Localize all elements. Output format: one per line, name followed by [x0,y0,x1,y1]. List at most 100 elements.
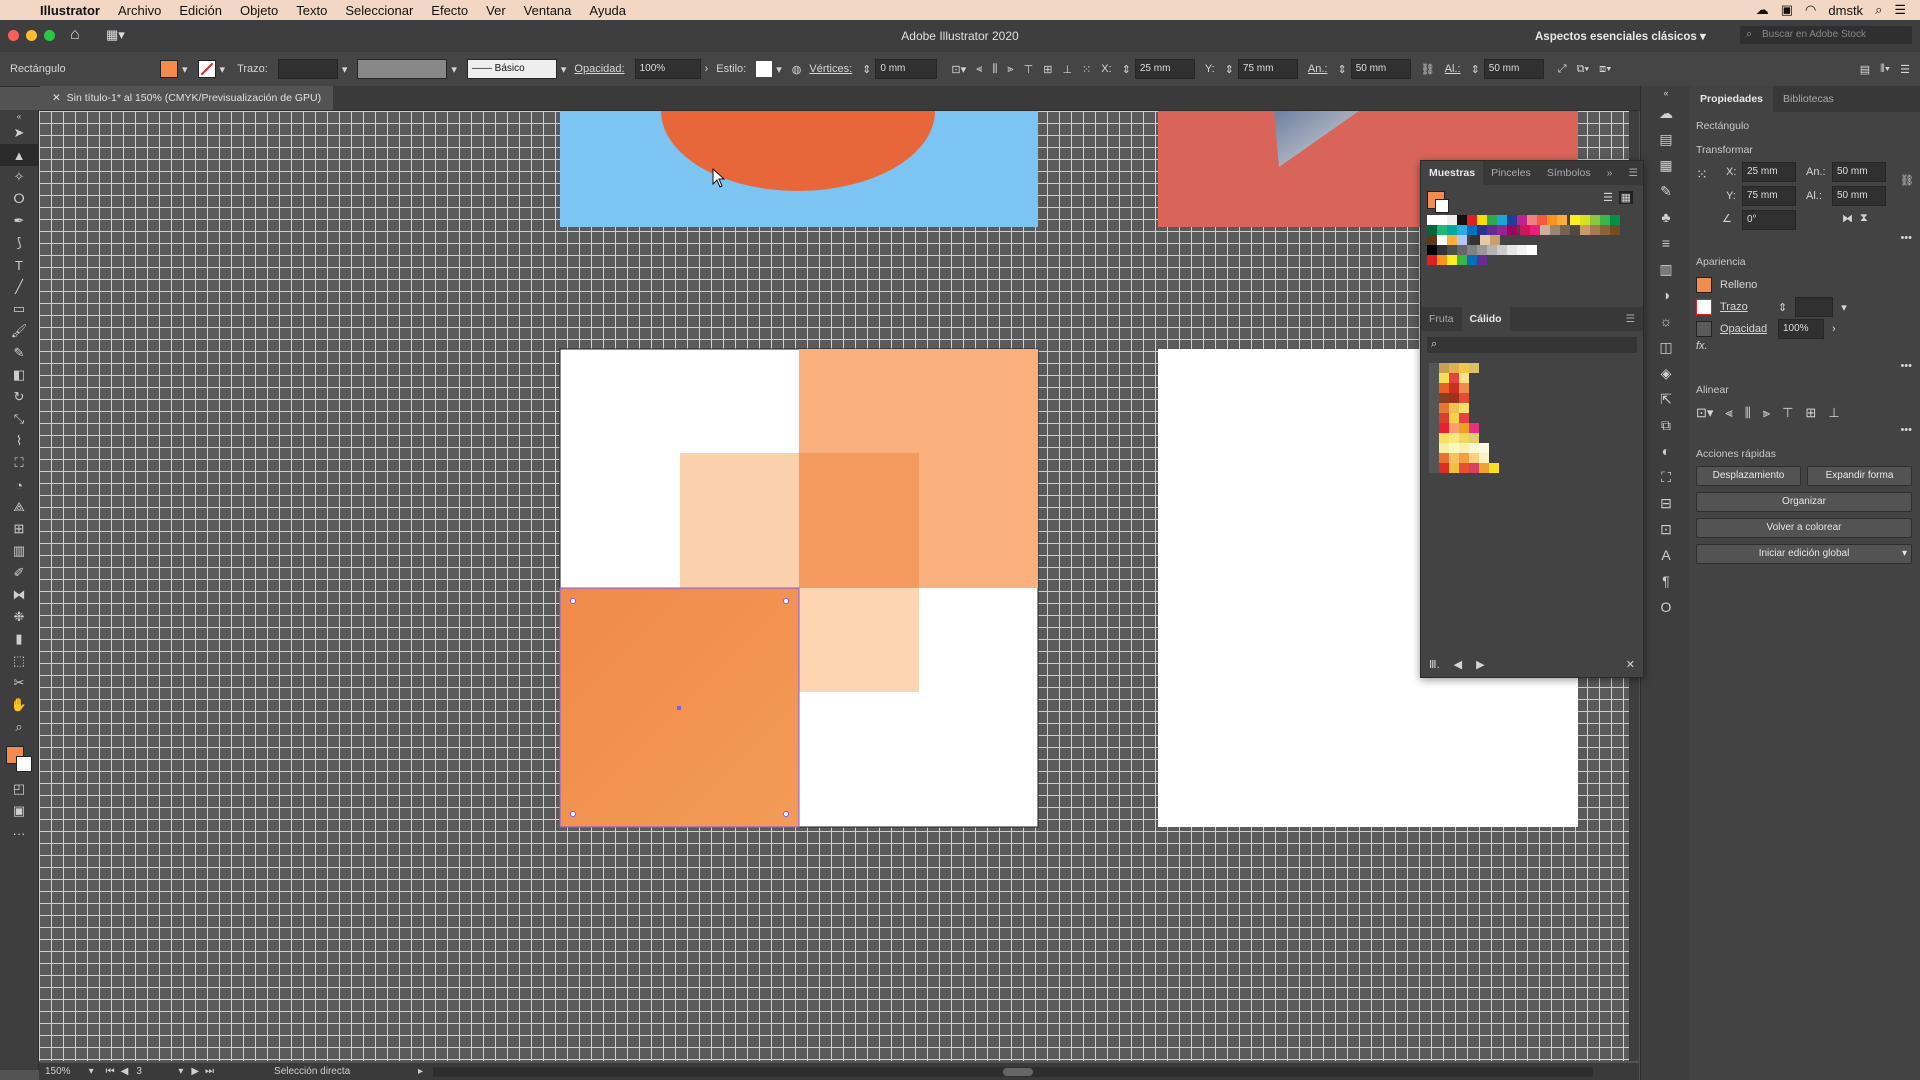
current-tool-status[interactable]: Selección directa [274,1066,414,1077]
align-hcenter-icon[interactable]: ⫼ [992,63,997,76]
zoom-level[interactable]: 150% [45,1066,71,1077]
next-library-icon[interactable]: ▶ [1476,658,1484,671]
align-bottom-icon[interactable]: ⊥ [1062,63,1072,76]
magic-wand-tool-icon[interactable]: ✧ [0,166,38,188]
pathfinder-icon[interactable]: ⊡ [1641,516,1691,542]
menu-texto[interactable]: Texto [296,3,327,18]
corner-widget[interactable] [783,811,789,817]
flip-horizontal-icon[interactable]: ⧓ [1842,212,1853,225]
artboard-blue-circle[interactable] [560,111,1038,227]
canvas-area[interactable] [39,111,1639,1061]
zoom-dropdown-icon[interactable]: ▾ [89,1066,94,1077]
prev-artboard-icon[interactable]: ◀ [121,1066,129,1077]
libraries-icon[interactable]: ☁ [1641,100,1691,126]
mesh-tool-icon[interactable]: ⊞ [0,518,38,540]
recolor-button[interactable]: Volver a colorear [1696,518,1912,538]
properties-icon[interactable]: ▤ [1641,126,1691,152]
width-field[interactable]: ⇕ 50 mm [1337,59,1411,79]
grid-view-icon[interactable]: ▦ [1618,191,1633,204]
symbols-panel-icon[interactable]: ♣ [1641,204,1691,230]
gradient-tool-icon[interactable]: ▥ [0,540,38,562]
artboard-orange-squares[interactable] [559,348,1039,828]
drawing-modes-icon[interactable]: ◰ [0,778,38,800]
control-center-icon[interactable]: ☰ [1894,2,1906,18]
transform-more-icon[interactable]: ••• [1696,232,1912,244]
constrain-proportions-icon[interactable]: ⛓ [1900,174,1914,187]
shaper-tool-icon[interactable]: ✎ [0,342,38,364]
document-tab[interactable]: ✕ Sin título-1* al 150% (CMYK/Previsuali… [40,86,334,110]
x-field[interactable]: ⇕ 25 mm [1122,59,1195,79]
y-field[interactable]: ⇕ 75 mm [1225,59,1298,79]
rectangle-tool-icon[interactable]: ▭ [0,298,38,320]
paragraph-panel-icon[interactable]: ¶ [1641,568,1691,594]
align-left-icon[interactable]: ⫷ [1725,405,1732,421]
rotation-field[interactable]: 0° [1742,210,1796,230]
screen-icon[interactable]: ▣ [1781,2,1793,18]
stroke-weight-stepper[interactable]: ▾ [277,59,347,79]
tab-swatches[interactable]: Muestras [1421,161,1484,185]
perspective-grid-tool-icon[interactable]: ⟁ [0,496,38,518]
align-vcenter-icon[interactable]: ⊞ [1805,405,1816,421]
menu-objeto[interactable]: Objeto [240,3,278,18]
stroke-weight-stepper[interactable]: ⇕ [1778,301,1787,314]
warm-swatch-groups[interactable] [1421,359,1643,477]
stroke-label[interactable]: Trazo [1720,301,1770,313]
corner-radius-field[interactable]: ⇕ 0 mm [862,59,938,79]
eyedropper-tool-icon[interactable]: ✐ [0,562,38,584]
color-guide-icon[interactable]: ◐ [1641,438,1691,464]
character-panel-icon[interactable]: A [1641,542,1691,568]
offset-path-button[interactable]: Desplazamiento [1696,466,1801,486]
workspace-switcher[interactable]: Aspectos esenciales clásicos ▾ [1535,29,1706,43]
corner-widget[interactable] [783,598,789,604]
opacity-label[interactable]: Opacidad [1720,323,1770,335]
change-screen-mode-icon[interactable]: ▣ [0,800,38,822]
appearance-panel-icon[interactable]: ☼ [1641,308,1691,334]
gradient-panel-icon[interactable]: ▥ [1641,256,1691,282]
align-top-icon[interactable]: ⊤ [1024,63,1034,76]
brush-definition-dropdown[interactable]: —— Básico ▾ [466,59,566,79]
lasso-tool-icon[interactable]: ⵔ [0,188,38,210]
curvature-tool-icon[interactable]: ⟆ [0,232,38,254]
selection-tool-icon[interactable]: ➤ [0,122,38,144]
fill-color-swatch[interactable] [1696,277,1712,293]
horizontal-scrollbar[interactable] [433,1066,1594,1077]
menu-efecto[interactable]: Efecto [431,3,468,18]
artboard-dropdown-icon[interactable]: ▾ [178,1066,183,1077]
arrange-panel-icon[interactable]: ▤ [1860,63,1870,76]
tab-libraries[interactable]: Bibliotecas [1773,86,1844,112]
arrange-button[interactable]: Organizar [1696,492,1912,512]
user-name[interactable]: dmstk [1828,3,1863,18]
layers-panel-icon[interactable]: ◈ [1641,360,1691,386]
zoom-tool-icon[interactable]: ⌕ [0,716,38,738]
opentype-panel-icon[interactable]: O [1641,594,1691,620]
library-menu-icon[interactable]: ☰ [1618,307,1643,331]
tab-properties[interactable]: Propiedades [1690,86,1774,112]
close-tab-icon[interactable]: ✕ [52,92,61,104]
graphic-style-dropdown[interactable]: ▾ [756,61,782,77]
align-right-icon[interactable]: ⫸ [1007,63,1013,76]
opacity-more-icon[interactable]: › [1832,323,1836,335]
align-left-icon[interactable]: ⫷ [976,63,982,76]
global-edit-dropdown-icon[interactable]: ▾ [1902,545,1907,563]
paintbrush-tool-icon[interactable]: 🖌 [0,320,38,342]
creative-cloud-icon[interactable]: ☁ [1756,2,1769,18]
reference-point-icon[interactable]: ⁙ [1696,166,1708,183]
eraser-tool-icon[interactable]: ◧ [0,364,38,386]
wifi-icon[interactable]: ◠ [1805,2,1816,18]
slice-tool-icon[interactable]: ✂ [0,672,38,694]
square-overlap[interactable] [799,453,919,588]
align-right-icon[interactable]: ⫸ [1763,405,1770,421]
close-library-icon[interactable]: ✕ [1626,658,1635,671]
rotate-tool-icon[interactable]: ↻ [0,386,38,408]
transparency-panel-icon[interactable]: ◑ [1641,282,1691,308]
type-tool-icon[interactable]: T [0,254,38,276]
opacity-field[interactable]: 100% [1778,319,1824,339]
menu-archivo[interactable]: Archivo [118,3,161,18]
menu-ver[interactable]: Ver [486,3,506,18]
tools-collapse-icon[interactable]: « [0,110,38,122]
expand-panels-icon[interactable]: « [1641,86,1691,100]
panel-collapse-icon[interactable]: » [1599,161,1621,185]
isolate-icon[interactable]: ⧈▾ [1599,63,1611,76]
free-transform-tool-icon[interactable]: ⛶ [0,452,38,474]
edit-toolbar-icon[interactable]: ··· [0,822,38,844]
